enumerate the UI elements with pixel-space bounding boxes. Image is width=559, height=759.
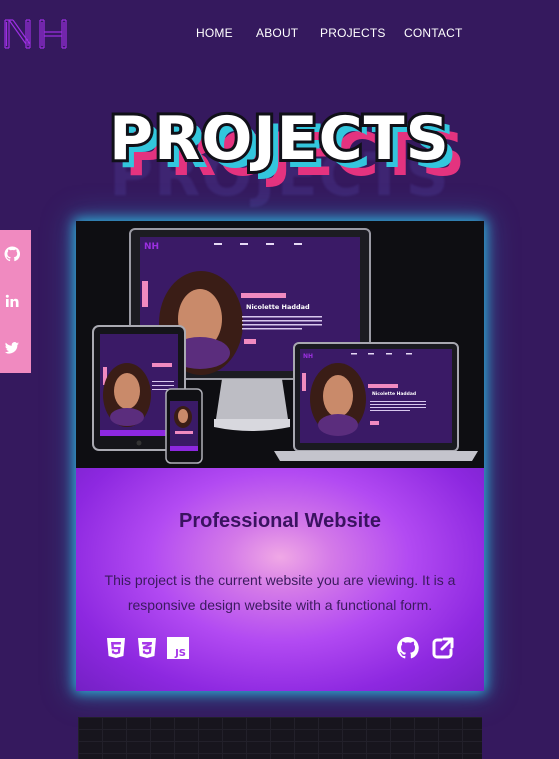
section-title: PROJECTS PROJECTS PROJECTS PROJECTS [0,100,559,210]
mockup-name-desktop: Nicolette Haddad [246,303,310,311]
external-link-icon[interactable] [431,636,455,660]
linkedin-icon[interactable] [4,293,20,309]
project-card: NH Nicolette Haddad NH Nicolette Haddad … [76,221,484,691]
social-sidebar [0,230,31,373]
github-icon[interactable] [4,246,20,262]
next-project-card[interactable] [78,717,482,759]
page-title: PROJECTS [106,101,452,177]
nav-home[interactable]: HOME [196,26,233,40]
logo-text: NH [2,12,4,13]
html5-icon [107,638,125,658]
js-label: JS [174,648,186,659]
mockup-logo: NH [144,242,159,252]
nav-about[interactable]: ABOUT [256,26,298,40]
project-description: This project is the current website you … [104,572,456,613]
page: NH HOME ABOUT PROJECTS CONTACT PROJECTS … [0,0,559,759]
twitter-icon[interactable] [4,340,20,356]
main-nav: HOME ABOUT PROJECTS CONTACT [0,26,559,42]
nav-contact[interactable]: CONTACT [404,26,463,40]
github-icon[interactable] [396,636,420,660]
css3-icon [138,638,156,658]
project-info: Professional Website This project is the… [76,468,484,691]
mockup-logo-laptop: NH [303,353,313,360]
javascript-icon: JS [167,637,189,659]
mockup-name-laptop: Nicolette Haddad [372,391,416,397]
nav-projects[interactable]: PROJECTS [320,26,386,40]
project-title: Professional Website [179,510,381,532]
project-screenshot[interactable]: NH Nicolette Haddad NH Nicolette Haddad [76,221,484,468]
